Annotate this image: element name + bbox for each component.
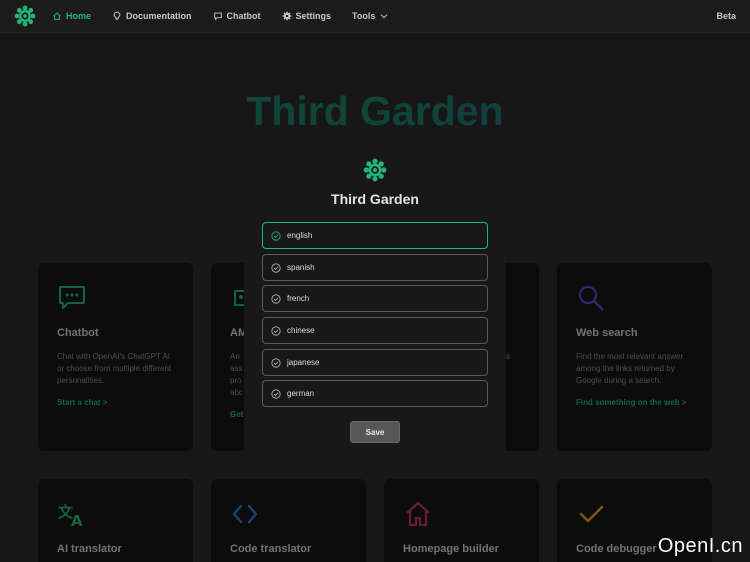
language-label: german [287,389,315,398]
language-option-japanese[interactable]: japanese [262,349,488,376]
language-option-german[interactable]: german [262,380,488,407]
language-option-english[interactable]: english [262,222,488,249]
nav-chatbot-label: Chatbot [226,11,261,21]
gear-icon [282,11,291,21]
watermark: OpenI.cn [657,535,743,557]
language-label: french [287,294,310,303]
nav-settings-label: Settings [295,11,332,21]
language-option-french[interactable]: french [262,285,488,312]
check-circle-icon [271,262,281,273]
language-label: english [287,231,313,240]
check-circle-icon [271,388,281,399]
nav-chatbot[interactable]: Chatbot [213,11,261,21]
check-circle-icon [271,357,281,368]
navbar: Home Documentation Chatbot Settings Tool… [0,0,750,33]
check-circle-icon [271,230,281,241]
chevron-down-icon [381,14,388,19]
language-label: chinese [287,326,315,335]
home-icon [53,12,61,20]
beta-label: Beta [716,11,736,21]
nav-home-label: Home [66,11,92,21]
language-label: japanese [287,358,320,367]
check-circle-icon [271,325,281,336]
language-label: spanish [287,263,315,272]
nav-documentation[interactable]: Documentation [112,11,192,21]
nav-home[interactable]: Home [52,11,91,21]
check-circle-icon [271,293,281,304]
modal-title: Third Garden [331,191,419,207]
logo-icon [363,158,387,182]
chat-bubble-icon [213,12,222,21]
nav-tools[interactable]: Tools [352,11,389,21]
nav-tools-label: Tools [352,11,376,21]
language-option-chinese[interactable]: chinese [262,317,488,344]
nav-documentation-label: Documentation [126,11,192,21]
language-modal: Third Garden english spanish french chin… [244,143,506,457]
save-button[interactable]: Save [350,421,400,443]
lightbulb-icon [113,11,121,20]
nav-settings[interactable]: Settings [282,11,332,21]
logo-icon[interactable] [14,5,36,27]
language-option-spanish[interactable]: spanish [262,254,488,281]
